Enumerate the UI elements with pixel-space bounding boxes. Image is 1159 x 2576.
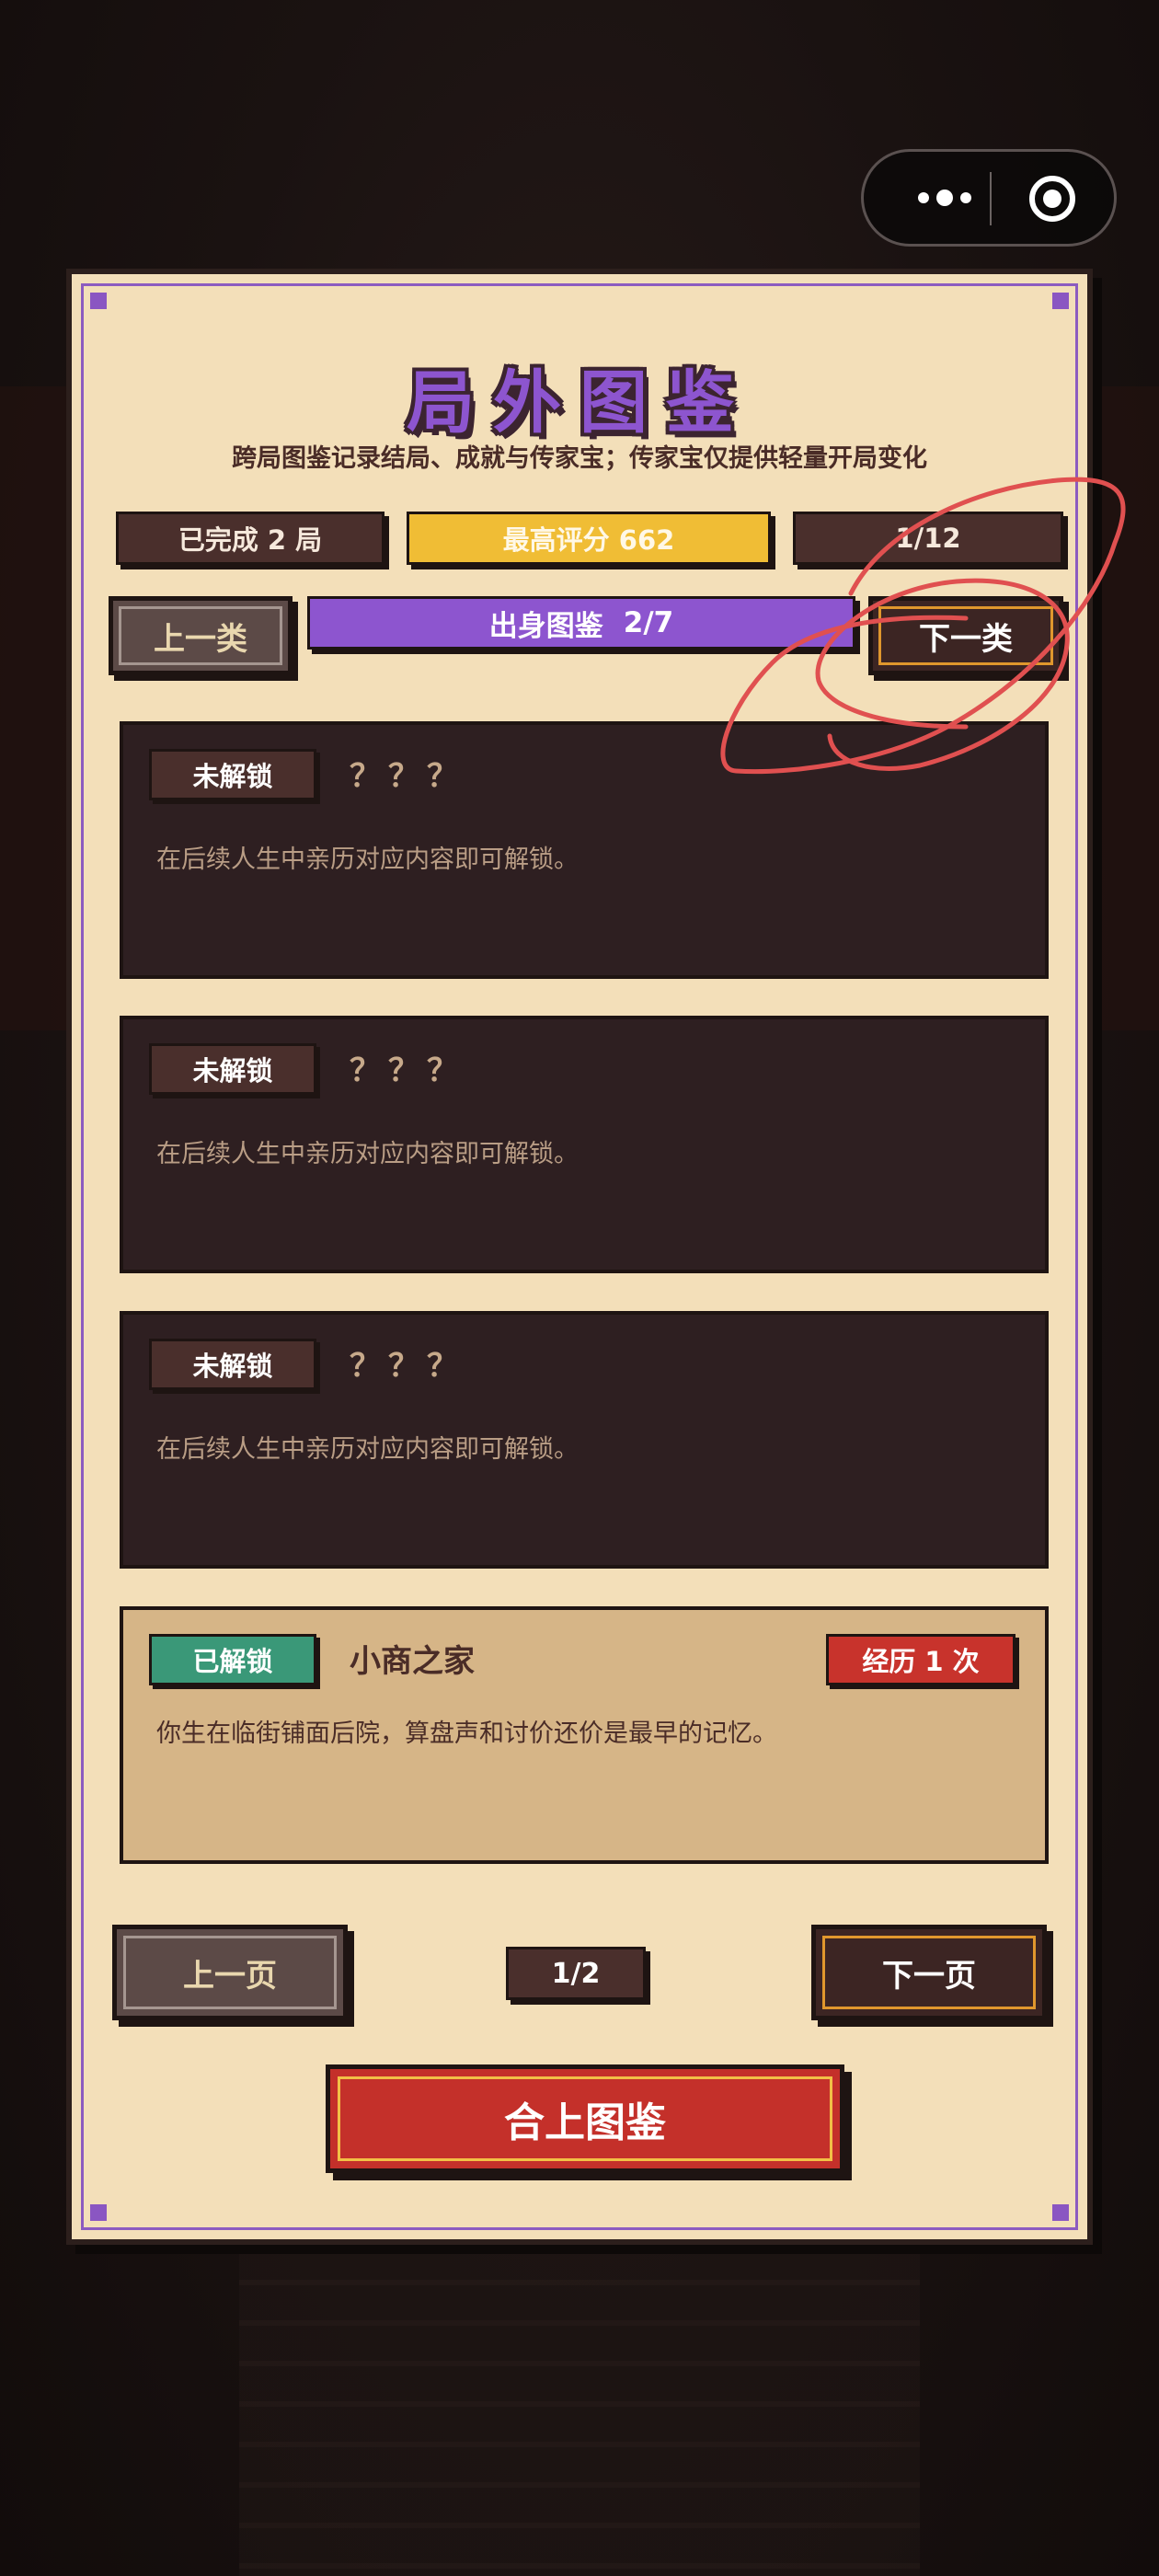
next-category-button[interactable]: 下一类 <box>868 596 1063 675</box>
mini-program-capsule <box>861 149 1117 247</box>
collection-panel: 局外图鉴 跨局图鉴记录结局、成就与传家宝；传家宝仅提供轻量开局变化 已完成 2 … <box>66 269 1093 2245</box>
page-subtitle: 跨局图鉴记录结局、成就与传家宝；传家宝仅提供轻量开局变化 <box>232 444 927 473</box>
prev-category-button[interactable]: 上一类 <box>109 596 293 675</box>
best-score-stat: 最高评分 662 <box>407 512 771 565</box>
corner-ornament <box>1052 2204 1069 2221</box>
unlocked-tag: 已解锁 <box>149 1634 316 1685</box>
close-collection-label: 合上图鉴 <box>504 2099 666 2146</box>
close-collection-button[interactable]: 合上图鉴 <box>326 2064 844 2173</box>
entry-card[interactable]: 已解锁 小商之家 经历 1 次 你生在临街铺面后院，算盘声和讨价还价是最早的记忆… <box>120 1606 1049 1864</box>
experience-count-badge: 经历 1 次 <box>826 1634 1016 1685</box>
category-name: 出身图鉴 <box>488 609 603 643</box>
target-circle-icon[interactable] <box>1029 176 1075 222</box>
entry-card[interactable]: 未解锁 ？？？ 在后续人生中亲历对应内容即可解锁。 <box>120 721 1049 979</box>
corner-ornament <box>1052 293 1069 309</box>
entry-name: ？？？ <box>350 758 465 795</box>
category-bar: 出身图鉴 2/7 <box>307 596 855 650</box>
completed-runs-stat: 已完成 2 局 <box>116 512 384 565</box>
entry-name: 小商之家 <box>350 1643 475 1680</box>
background-stairs <box>239 2245 920 2576</box>
entry-description: 在后续人生中亲历对应内容即可解锁。 <box>156 845 579 874</box>
page-indicator: 1/2 <box>506 1947 646 2000</box>
entry-card[interactable]: 未解锁 ？？？ 在后续人生中亲历对应内容即可解锁。 <box>120 1016 1049 1273</box>
prev-page-label: 上一页 <box>183 1957 277 1995</box>
prev-page-button[interactable]: 上一页 <box>112 1925 348 2020</box>
prev-category-label: 上一类 <box>154 620 247 658</box>
locked-tag: 未解锁 <box>149 1043 316 1095</box>
entry-description: 你生在临街铺面后院，算盘声和讨价还价是最早的记忆。 <box>156 1719 777 1748</box>
locked-tag: 未解锁 <box>149 749 316 800</box>
entry-description: 在后续人生中亲历对应内容即可解锁。 <box>156 1140 579 1168</box>
entry-name: ？？？ <box>350 1052 465 1089</box>
next-page-label: 下一页 <box>882 1957 976 1995</box>
next-page-button[interactable]: 下一页 <box>811 1925 1047 2020</box>
locked-tag: 未解锁 <box>149 1339 316 1390</box>
capsule-divider <box>990 172 992 225</box>
entry-name: ？？？ <box>350 1348 465 1385</box>
collection-progress-stat: 1/12 <box>793 512 1063 565</box>
entry-card[interactable]: 未解锁 ？？？ 在后续人生中亲历对应内容即可解锁。 <box>120 1311 1049 1569</box>
corner-ornament <box>90 2204 107 2221</box>
more-dots-icon[interactable] <box>899 152 991 244</box>
next-category-label: 下一类 <box>919 620 1013 658</box>
category-index: 2/7 <box>623 606 674 639</box>
entry-description: 在后续人生中亲历对应内容即可解锁。 <box>156 1435 579 1464</box>
corner-ornament <box>90 293 107 309</box>
page-title: 局外图鉴 <box>407 363 752 443</box>
